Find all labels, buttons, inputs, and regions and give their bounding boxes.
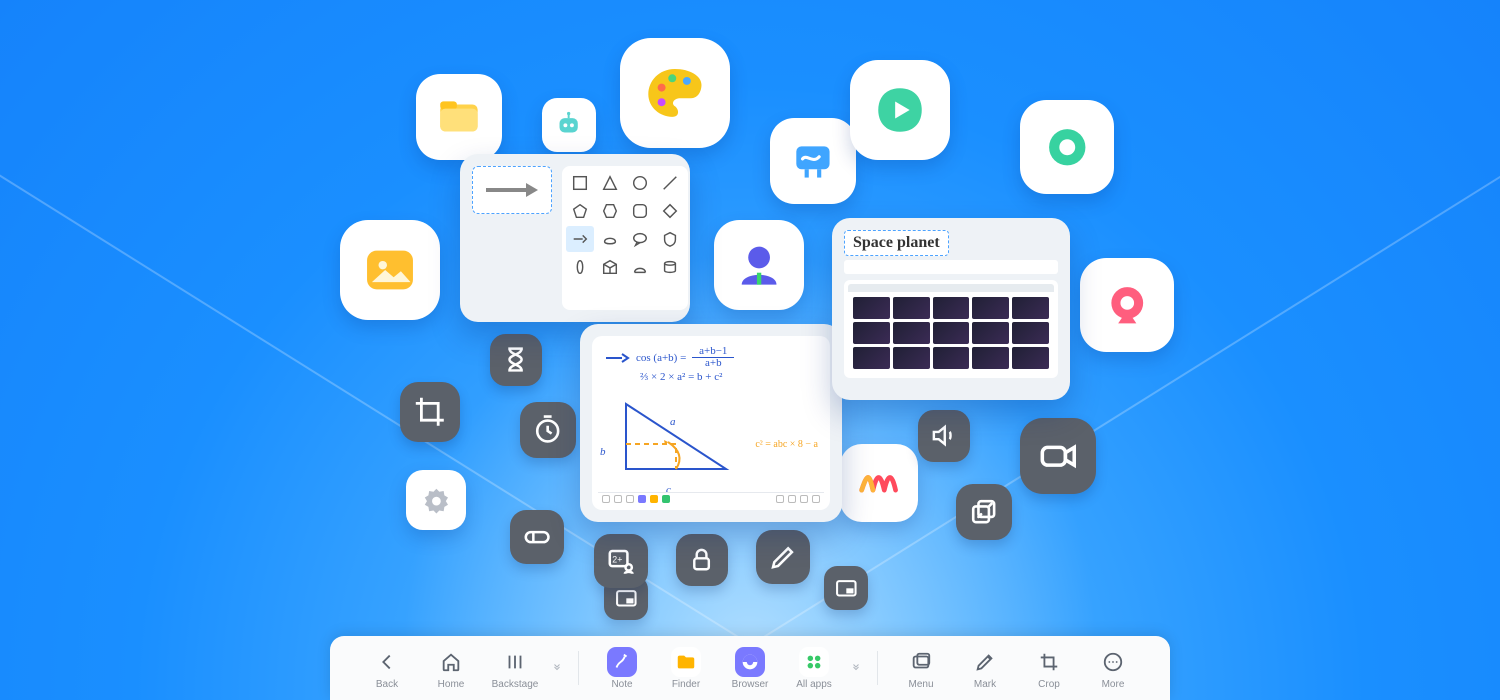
allapps-button[interactable]: All apps (785, 647, 843, 690)
chevron-down-icon[interactable] (849, 662, 863, 674)
crop-button[interactable]: Crop (1020, 647, 1078, 690)
back-icon (372, 647, 402, 677)
allapps-icon (799, 647, 829, 677)
backstage-icon (500, 647, 530, 677)
note-icon (607, 647, 637, 677)
switch-tool-icon[interactable] (510, 510, 564, 564)
back-label: Back (376, 679, 398, 690)
home-icon (436, 647, 466, 677)
camcorder-tool-icon[interactable] (1020, 418, 1096, 494)
browser-title: Space planet (844, 230, 949, 256)
crop-label: Crop (1038, 679, 1060, 690)
speaker-tool-icon[interactable] (918, 410, 970, 462)
more-label: More (1102, 679, 1125, 690)
contacts-app-icon[interactable] (714, 220, 804, 310)
math-frac-num: a+b−1 (699, 346, 727, 357)
wave-app-icon[interactable] (840, 444, 918, 522)
browser-icon (735, 647, 765, 677)
back-button[interactable]: Back (358, 647, 416, 690)
math-frac-den: a+b (705, 358, 722, 369)
crop-tool-icon[interactable] (400, 382, 460, 442)
menu-label: Menu (908, 679, 933, 690)
robot-app-icon[interactable] (542, 98, 596, 152)
shape-picker-preview (460, 154, 690, 322)
teach-tool-icon[interactable]: 2+ (594, 534, 648, 588)
browser-label: Browser (732, 679, 769, 690)
finder-icon (671, 647, 701, 677)
finder-label: Finder (672, 679, 700, 690)
camera-ring-app-icon[interactable] (1020, 100, 1114, 194)
pip2-tool-icon[interactable] (824, 566, 868, 610)
gallery-app-icon[interactable] (340, 220, 440, 320)
svg-text:2+: 2+ (612, 554, 622, 564)
timer-tool-icon[interactable] (520, 402, 576, 458)
duplicate-tool-icon[interactable] (956, 484, 1012, 540)
math-eq2: c² = abc × 8 − a (755, 439, 818, 450)
backstage-button[interactable]: Backstage (486, 647, 544, 690)
menu-button[interactable]: Menu (892, 647, 950, 690)
home-label: Home (438, 679, 465, 690)
mark-button[interactable]: Mark (956, 647, 1014, 690)
lock-tool-icon[interactable] (676, 534, 728, 586)
chevron-down-icon[interactable] (550, 662, 564, 674)
files-app-icon[interactable] (416, 74, 502, 160)
settings-app-icon[interactable] (406, 470, 466, 530)
more-button[interactable]: More (1084, 647, 1142, 690)
allapps-label: All apps (796, 679, 832, 690)
taskbar: Back Home Backstage Note Finder Browser … (330, 636, 1170, 700)
taskbar-divider (578, 651, 579, 685)
shape-grid[interactable] (562, 166, 688, 310)
mark-label: Mark (974, 679, 996, 690)
math-line1a: cos (a+b) = (636, 352, 686, 364)
note-button[interactable]: Note (593, 647, 651, 690)
browser-button[interactable]: Browser (721, 647, 779, 690)
palette-app-icon[interactable] (620, 38, 730, 148)
finder-button[interactable]: Finder (657, 647, 715, 690)
math-note-preview: cos (a+b) = a+b−1 a+b ⅔ × 2 × a² = b + c… (580, 324, 842, 522)
home-button[interactable]: Home (422, 647, 480, 690)
pencil-tool-icon[interactable] (756, 530, 810, 584)
webcam-app-icon[interactable] (1080, 258, 1174, 352)
backstage-label: Backstage (492, 679, 539, 690)
taskbar-divider (877, 651, 878, 685)
crop-icon (1034, 647, 1064, 677)
browser-window (844, 280, 1058, 378)
math-label-a: a (670, 416, 676, 428)
more-icon (1098, 647, 1128, 677)
note-label: Note (611, 679, 632, 690)
math-line2: ⅔ × 2 × a² = b + c² (640, 371, 818, 383)
hourglass-tool-icon[interactable] (490, 334, 542, 386)
browser-thumbnails (848, 292, 1054, 374)
browser-preview: Space planet (832, 218, 1070, 400)
whiteboard-app-icon[interactable] (770, 118, 856, 204)
math-label-b: b (600, 446, 606, 458)
menu-icon (906, 647, 936, 677)
selected-arrow-shape (472, 166, 552, 214)
browser-search-bar (844, 260, 1058, 274)
video-app-icon[interactable] (850, 60, 950, 160)
mark-icon (970, 647, 1000, 677)
